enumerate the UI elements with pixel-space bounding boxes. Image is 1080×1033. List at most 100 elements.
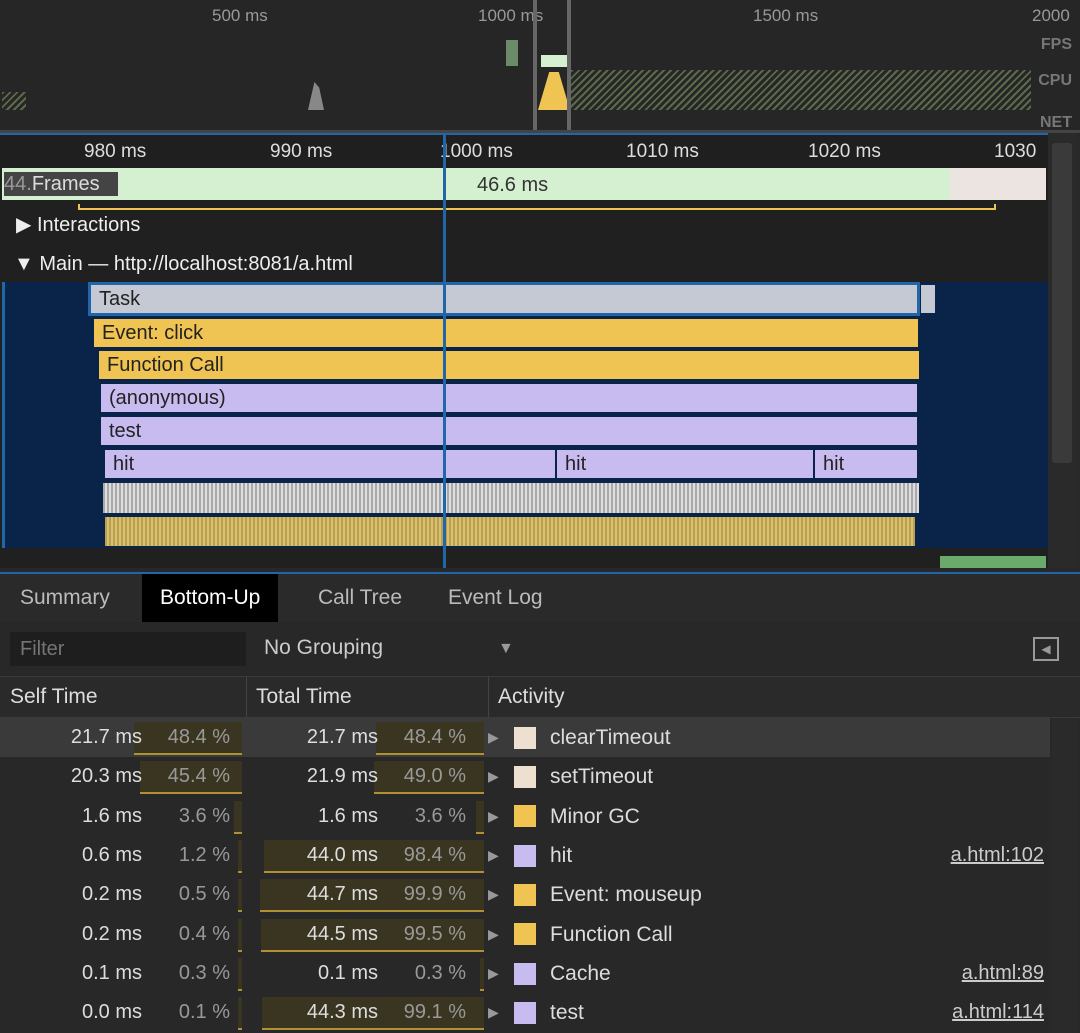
filter-input[interactable]: [10, 632, 246, 666]
fps-bar: [541, 55, 567, 67]
frame-bar[interactable]: [2, 168, 950, 200]
flame-hit[interactable]: hit: [814, 449, 918, 479]
expand-arrow-icon[interactable]: ▶: [488, 954, 499, 993]
total-time: 44.7 ms: [306, 883, 378, 906]
header-self-time[interactable]: Self Time: [10, 685, 98, 709]
activity-name: hit: [550, 843, 573, 867]
total-time-bar: [475, 800, 484, 834]
table-row[interactable]: 0.6 ms 1.2 % 44.0 ms 98.4 % ▶ hit a.html…: [0, 836, 1050, 875]
frame-bar[interactable]: [950, 168, 1046, 200]
header-activity[interactable]: Activity: [498, 685, 565, 709]
activity-name: Function Call: [550, 922, 673, 946]
self-time: 21.7 ms: [70, 726, 142, 748]
total-percent: 49.0 %: [403, 765, 466, 788]
activity-name: setTimeout: [550, 765, 654, 789]
bottom-up-table: 21.7 ms 48.4 % 21.7 ms 48.4 % ▶ clearTim…: [0, 718, 1080, 1033]
table-row[interactable]: 1.6 ms 3.6 % 1.6 ms 3.6 % ▶ Minor GC: [0, 797, 1050, 836]
cpu-idle-area: [571, 70, 1031, 110]
ruler-tick: 980 ms: [84, 141, 147, 162]
main-track[interactable]: ▼ Main — http://localhost:8081/a.html: [14, 253, 353, 276]
self-time: 20.3 ms: [70, 765, 142, 788]
self-time: 0.6 ms: [81, 843, 142, 866]
source-link[interactable]: a.html:89: [962, 954, 1044, 993]
flame-anonymous[interactable]: (anonymous): [100, 383, 918, 413]
expand-arrow-icon[interactable]: ▶: [488, 718, 499, 757]
timeline-overview[interactable]: 500 ms 1000 ms 1500 ms 2000 FPS CPU NET: [0, 0, 1080, 133]
self-time: 0.0 ms: [81, 1001, 142, 1024]
flame-timeout-calls[interactable]: [102, 482, 920, 514]
details-tabs: Summary Bottom-Up Call Tree Event Log: [0, 572, 1080, 622]
table-row[interactable]: 21.7 ms 48.4 % 21.7 ms 48.4 % ▶ clearTim…: [0, 718, 1050, 757]
tab-bottom-up[interactable]: Bottom-Up: [142, 574, 279, 622]
self-percent: 0.1 %: [178, 1001, 230, 1024]
flame-task[interactable]: Task: [88, 282, 920, 316]
table-row[interactable]: 0.2 ms 0.5 % 44.7 ms 99.9 % ▶ Event: mou…: [0, 875, 1050, 914]
table-row[interactable]: 0.2 ms 0.4 % 44.5 ms 99.5 % ▶ Function C…: [0, 915, 1050, 954]
self-percent: 0.5 %: [178, 883, 230, 906]
tab-event-log[interactable]: Event Log: [430, 574, 561, 622]
category-swatch: [514, 962, 536, 985]
source-link[interactable]: a.html:102: [951, 836, 1044, 875]
flame-gc-calls[interactable]: [104, 516, 916, 547]
self-time: 0.1 ms: [81, 961, 142, 984]
self-time-bar: [238, 957, 242, 991]
overview-tick: 1500 ms: [753, 6, 819, 25]
source-link[interactable]: a.html:114: [952, 993, 1044, 1032]
selection-handle-right[interactable]: [567, 0, 571, 130]
header-total-time[interactable]: Total Time: [256, 685, 352, 709]
flame-task-small[interactable]: [920, 284, 936, 314]
self-time: 0.2 ms: [81, 922, 142, 945]
expand-arrow-icon[interactable]: ▶: [488, 915, 499, 954]
self-percent: 45.4 %: [167, 765, 230, 788]
expand-arrow-icon[interactable]: ▶: [488, 797, 499, 836]
flame-hit[interactable]: hit: [104, 449, 556, 479]
time-ruler: 980 ms 990 ms 1000 ms 1010 ms 1020 ms 10…: [0, 133, 1048, 170]
total-percent: 99.5 %: [403, 922, 466, 945]
self-percent: 48.4 %: [167, 726, 230, 748]
selection-handle-left[interactable]: [533, 0, 537, 130]
total-time: 21.9 ms: [306, 765, 378, 788]
flame-hit[interactable]: hit: [556, 449, 814, 479]
tracks-scrollbar[interactable]: [1048, 133, 1076, 568]
total-percent: 3.6 %: [414, 804, 466, 827]
total-percent: 48.4 %: [403, 726, 466, 748]
activity-name: Minor GC: [550, 804, 640, 828]
total-time: 1.6 ms: [317, 804, 378, 827]
tab-summary[interactable]: Summary: [2, 574, 128, 622]
activity-name: test: [550, 1001, 584, 1025]
expand-arrow-icon[interactable]: ▶: [488, 757, 499, 796]
cursor-line: [443, 133, 446, 568]
grouping-select[interactable]: No Grouping ▼: [264, 636, 514, 660]
table-row[interactable]: 0.1 ms 0.3 % 0.1 ms 0.3 % ▶ Cache a.html…: [0, 954, 1050, 993]
expand-arrow-icon[interactable]: ▶: [488, 836, 499, 875]
tab-call-tree[interactable]: Call Tree: [300, 574, 420, 622]
total-time: 21.7 ms: [306, 726, 378, 748]
ruler-tick: 1000 ms: [440, 141, 513, 162]
self-time-bar: [238, 918, 242, 952]
total-percent: 0.3 %: [414, 961, 466, 984]
category-swatch: [514, 844, 536, 867]
interactions-track[interactable]: ▶ Interactions: [16, 212, 140, 237]
interaction-bracket: [78, 204, 996, 210]
expand-arrow-icon[interactable]: ▶: [488, 993, 499, 1032]
frames-label: Frames: [31, 173, 100, 195]
total-percent: 99.9 %: [403, 883, 466, 906]
expand-arrow-icon[interactable]: ▶: [488, 875, 499, 914]
frame-duration: 46.6 ms: [477, 174, 549, 196]
table-row[interactable]: 20.3 ms 45.4 % 21.9 ms 49.0 % ▶ setTimeo…: [0, 757, 1050, 796]
collapse-triangle-icon: ▼: [14, 253, 40, 275]
flame-event-click[interactable]: Event: click: [93, 318, 919, 348]
frames-track-label[interactable]: 44.Frames: [4, 172, 118, 196]
flame-test[interactable]: test: [100, 416, 918, 446]
table-row[interactable]: 0.0 ms 0.1 % 44.3 ms 99.1 % ▶ test a.htm…: [0, 993, 1050, 1032]
main-label: Main — http://localhost:8081/a.html: [39, 253, 353, 275]
category-swatch: [514, 1001, 536, 1024]
toggle-sidebar-icon[interactable]: ◀: [1033, 637, 1059, 661]
activity-name: clearTimeout: [550, 726, 671, 749]
flame-function-call[interactable]: Function Call: [98, 350, 920, 380]
total-time: 44.0 ms: [306, 843, 378, 866]
total-time-bar: [480, 957, 484, 991]
total-time: 0.1 ms: [317, 961, 378, 984]
table-scrollbar[interactable]: [1052, 718, 1078, 1033]
overview-tick: 500 ms: [212, 6, 268, 25]
